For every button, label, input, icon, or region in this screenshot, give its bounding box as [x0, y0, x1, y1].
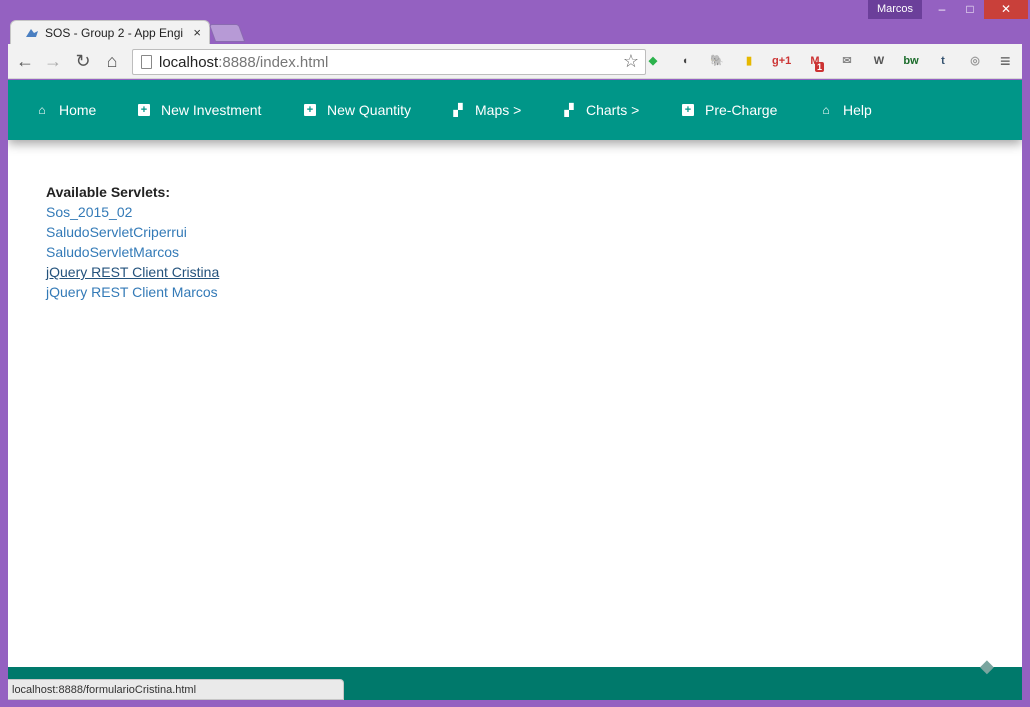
gmail-unread-badge: 1	[815, 62, 825, 72]
minimize-button[interactable]: –	[928, 0, 956, 19]
bw-icon[interactable]: bw	[902, 52, 920, 70]
billboard-icon: ▞	[564, 103, 574, 117]
forward-icon[interactable]: →	[42, 50, 64, 72]
nav-item-label: Help	[843, 102, 872, 118]
tab-title: SOS - Group 2 - App Engi	[45, 26, 184, 40]
home-icon: ⌂	[38, 103, 46, 117]
jquery-client-cristina-link[interactable]: jQuery REST Client Cristina	[46, 262, 219, 282]
evernote-icon[interactable]: 🐘	[708, 52, 726, 70]
pushbullet-icon[interactable]: ▮	[740, 52, 758, 70]
jquery-client-marcos-link[interactable]: jQuery REST Client Marcos	[46, 282, 219, 302]
tumblr-icon[interactable]: t	[934, 52, 952, 70]
mail-icon[interactable]: ✉	[838, 52, 856, 70]
nav-item-label: New Investment	[161, 102, 262, 118]
nav-item-pre-charge[interactable]: + Pre-Charge	[682, 80, 777, 140]
back-icon[interactable]: ←	[14, 50, 36, 72]
nav-item-label: Pre-Charge	[705, 102, 778, 118]
home-icon: ⌂	[822, 103, 830, 117]
nav-item-label: Maps >	[475, 102, 522, 118]
main-navbar: ⌂ Home + New Investment + New Quantity ▞ Maps >…	[8, 80, 1022, 140]
profile-badge[interactable]: Marcos	[868, 0, 922, 19]
address-bar[interactable]: localhost:8888/index.html ☆	[132, 49, 646, 75]
chrome-menu-icon[interactable]: ≡	[1000, 51, 1011, 72]
nav-item-label: Home	[59, 102, 97, 118]
tab-close-icon[interactable]: ×	[193, 25, 201, 40]
nav-item-new-investment[interactable]: + New Investment	[138, 80, 261, 140]
nav-item-maps[interactable]: ▞ Maps >	[452, 80, 521, 140]
url-text[interactable]: localhost:8888/index.html	[159, 54, 328, 71]
nav-item-help[interactable]: ⌂ Help	[820, 80, 872, 140]
feedly-float-icon[interactable]: ◆	[980, 656, 1000, 676]
bookmark-star-icon[interactable]: ☆	[623, 51, 639, 72]
wikipedia-icon[interactable]: W	[870, 52, 888, 70]
nav-item-charts[interactable]: ▞ Charts >	[563, 80, 639, 140]
servlet-link-sos[interactable]: Sos_2015_02	[46, 202, 219, 222]
page-icon	[141, 55, 152, 69]
wheel-icon[interactable]: ◎	[966, 52, 984, 70]
feedly-icon[interactable]: ◆	[644, 52, 662, 70]
plus-icon: +	[138, 104, 150, 116]
nav-item-label: New Quantity	[327, 102, 412, 118]
maximize-button[interactable]: □	[956, 0, 984, 19]
servlet-link-criperrui[interactable]: SaludoServletCriperrui	[46, 222, 219, 242]
gmail-icon[interactable]: M1	[806, 52, 825, 72]
nav-item-new-quantity[interactable]: + New Quantity	[304, 80, 411, 140]
home-button-icon[interactable]: ⌂	[101, 50, 123, 72]
status-url-bubble: localhost:8888/formularioCristina.html	[8, 679, 344, 700]
browser-tab[interactable]: SOS - Group 2 - App Engi ×	[10, 20, 210, 45]
nav-item-home[interactable]: ⌂ Home	[36, 80, 96, 140]
servlets-section: Available Servlets: Sos_2015_02 SaludoSe…	[46, 182, 219, 302]
servlet-link-marcos[interactable]: SaludoServletMarcos	[46, 242, 219, 262]
close-window-button[interactable]: ✕	[984, 0, 1028, 19]
browser-toolbar: ← → ↻ ⌂ localhost:8888/index.html ☆ ◆ ◖ 🐘 ▮…	[8, 44, 1022, 79]
plus-icon: +	[304, 104, 316, 116]
nav-item-label: Charts >	[586, 102, 640, 118]
servlets-title: Available Servlets:	[46, 184, 170, 200]
billboard-icon: ▞	[453, 103, 463, 117]
google-plus-icon[interactable]: g+1	[772, 52, 791, 70]
plus-icon: +	[682, 104, 694, 116]
reload-icon[interactable]: ↻	[72, 50, 94, 72]
app-engine-icon	[26, 29, 38, 37]
new-tab-button[interactable]	[208, 24, 246, 42]
pocket-icon[interactable]: ◖	[676, 52, 694, 70]
page-viewport: ⌂ Home + New Investment + New Quantity ▞ Maps >…	[8, 80, 1022, 700]
